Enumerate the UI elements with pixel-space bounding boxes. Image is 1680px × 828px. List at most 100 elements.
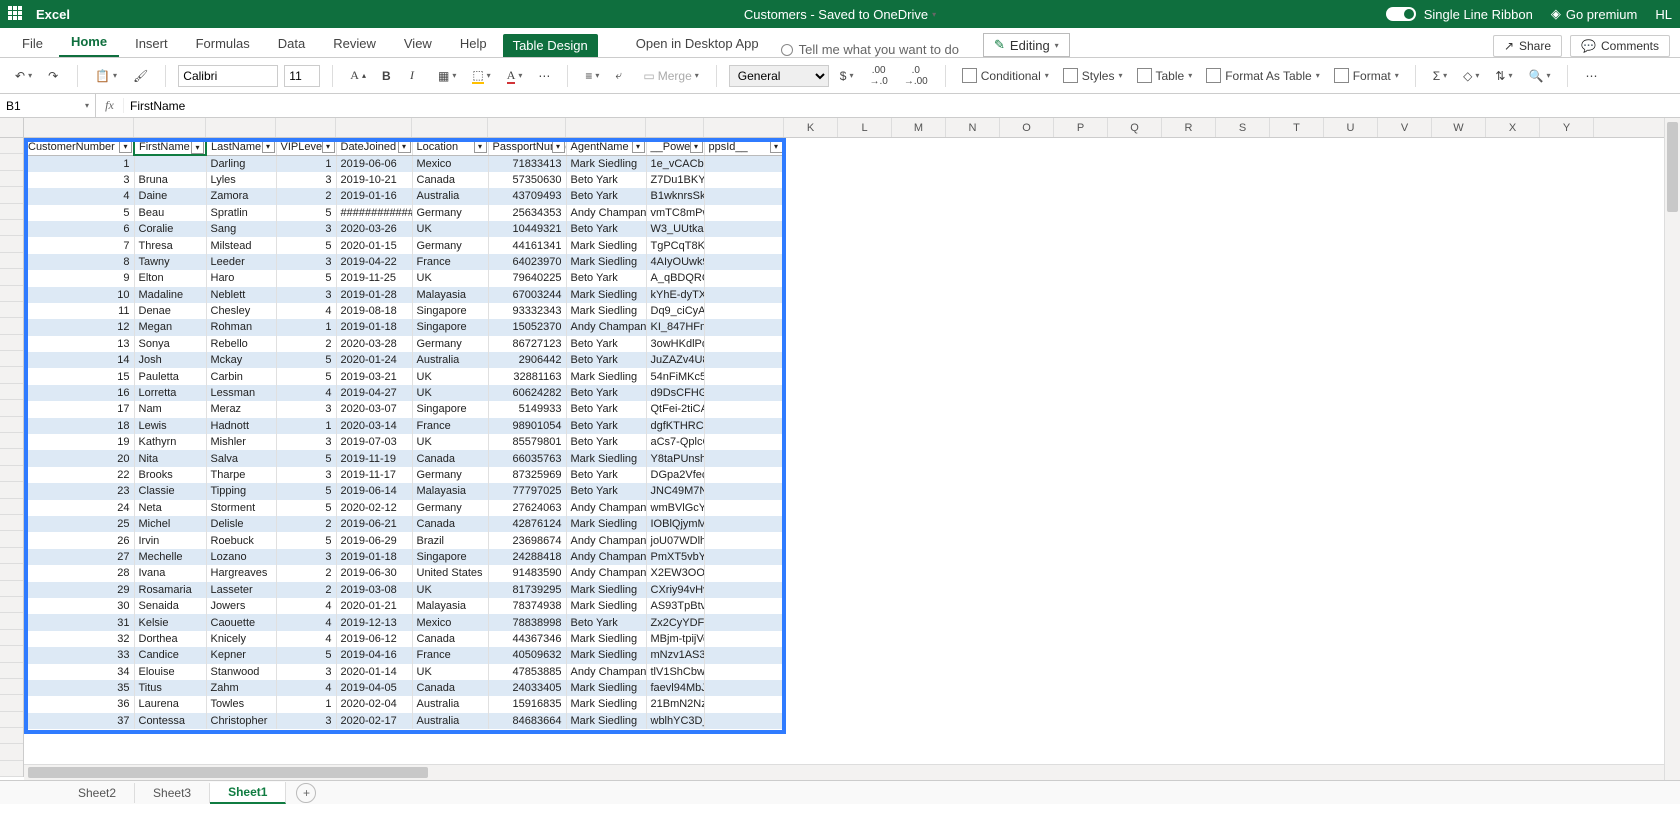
table-row[interactable]: 31KelsieCaouette42019-12-13Mexico7883899… xyxy=(24,614,784,630)
table-header[interactable]: AgentName▾ xyxy=(566,139,646,155)
editing-mode-button[interactable]: ✎ Editing ▾ xyxy=(983,33,1070,57)
table-header[interactable]: DateJoined▾ xyxy=(336,139,412,155)
table-row[interactable]: 18LewisHadnott12020-03-14France98901054B… xyxy=(24,418,784,434)
cell-styles-button[interactable]: Styles▾ xyxy=(1059,66,1127,85)
name-box[interactable]: B1▾ xyxy=(0,94,96,117)
decrease-decimal-button[interactable]: .00→.0 xyxy=(864,62,892,90)
tab-home[interactable]: Home xyxy=(59,28,119,57)
table-row[interactable]: 32DortheaKnicely42019-06-12Canada4436734… xyxy=(24,631,784,647)
tab-file[interactable]: File xyxy=(10,30,55,57)
column-header[interactable]: W xyxy=(1432,118,1486,137)
open-desktop-button[interactable]: Open in Desktop App xyxy=(624,30,771,57)
table-row[interactable]: 35TitusZahm42019-04-05Canada24033405Mark… xyxy=(24,680,784,696)
tell-me-search[interactable]: Tell me what you want to do xyxy=(781,42,959,57)
column-header[interactable]: L xyxy=(838,118,892,137)
table-header[interactable]: PassportNumber▾ xyxy=(488,139,566,155)
tab-data[interactable]: Data xyxy=(266,30,317,57)
column-header[interactable]: M xyxy=(892,118,946,137)
format-as-table-button[interactable]: Format As Table▾ xyxy=(1202,66,1324,85)
table-row[interactable]: 20NitaSalva52019-11-19Canada66035763Mark… xyxy=(24,450,784,466)
currency-button[interactable]: $▾ xyxy=(835,66,859,86)
merge-button[interactable]: ▭ Merge▾ xyxy=(638,66,703,86)
table-row[interactable]: 34ElouiseStanwood32020-01-14UK47853885An… xyxy=(24,664,784,680)
tab-formulas[interactable]: Formulas xyxy=(184,30,262,57)
borders-button[interactable]: ▦▾ xyxy=(433,66,461,86)
filter-button[interactable]: ▾ xyxy=(191,141,204,154)
font-size-input[interactable] xyxy=(284,65,320,87)
table-row[interactable]: 9EltonHaro52019-11-25UK79640225Beto Yark… xyxy=(24,270,784,286)
table-row[interactable]: 27MechelleLozano32019-01-18Singapore2428… xyxy=(24,549,784,565)
select-all-corner[interactable] xyxy=(0,118,24,138)
redo-button[interactable]: ↷ xyxy=(43,66,65,86)
sheet-tab-sheet2[interactable]: Sheet2 xyxy=(60,783,135,803)
table-header[interactable]: LastName▾ xyxy=(206,139,276,155)
go-premium-button[interactable]: ◈ Go premium xyxy=(1551,6,1638,22)
table-row[interactable]: 19KathyrnMishler32019-07-03UK85579801Bet… xyxy=(24,434,784,450)
filter-button[interactable]: ▾ xyxy=(474,140,487,153)
column-header[interactable]: T xyxy=(1270,118,1324,137)
table-header[interactable]: ppsId__▾ xyxy=(704,139,784,155)
clear-button[interactable]: ◇▾ xyxy=(1458,66,1484,86)
table-header[interactable]: VIPLevel▾ xyxy=(276,139,336,155)
table-row[interactable]: 6CoralieSang32020-03-26UK10449321Beto Ya… xyxy=(24,221,784,237)
table-row[interactable]: 4DaineZamora22019-01-16Australia43709493… xyxy=(24,188,784,204)
find-button[interactable]: 🔍▾ xyxy=(1524,66,1556,86)
bold-button[interactable]: B xyxy=(377,66,399,86)
grow-font-button[interactable]: A▴ xyxy=(345,65,371,86)
more-commands-button[interactable]: ⋯ xyxy=(1580,66,1602,86)
filter-button[interactable]: ▾ xyxy=(398,140,411,153)
table-row[interactable]: 10MadalineNeblett32019-01-28Malayasia670… xyxy=(24,287,784,303)
paste-button[interactable]: 📋▾ xyxy=(90,66,122,86)
table-row[interactable]: 7ThresaMilstead52020-01-15Germany4416134… xyxy=(24,237,784,253)
table-row[interactable]: 22BrooksTharpe32019-11-17Germany87325969… xyxy=(24,467,784,483)
table-row[interactable]: 13SonyaRebello22020-03-28Germany86727123… xyxy=(24,336,784,352)
fx-icon[interactable]: fx xyxy=(96,98,124,113)
share-button[interactable]: ↗Share xyxy=(1493,35,1562,57)
table-header[interactable]: FirstName▾ xyxy=(134,139,206,155)
column-header[interactable]: P xyxy=(1054,118,1108,137)
column-header[interactable]: Y xyxy=(1540,118,1594,137)
column-header[interactable]: R xyxy=(1162,118,1216,137)
fill-color-button[interactable]: ⬚▾ xyxy=(467,65,495,87)
table-row[interactable]: 29RosamariaLasseter22019-03-08UK81739295… xyxy=(24,582,784,598)
formula-input[interactable]: FirstName xyxy=(124,99,1680,113)
scroll-thumb[interactable] xyxy=(1667,122,1678,212)
font-name-input[interactable] xyxy=(178,65,278,87)
add-sheet-button[interactable]: + xyxy=(296,783,316,803)
column-header[interactable]: V xyxy=(1378,118,1432,137)
tab-review[interactable]: Review xyxy=(321,30,388,57)
tab-help[interactable]: Help xyxy=(448,30,499,57)
data-table[interactable]: CustomerNumber▾FirstName▾LastName▾VIPLev… xyxy=(24,138,785,729)
conditional-formatting-button[interactable]: Conditional▾ xyxy=(958,66,1053,85)
table-row[interactable]: 5BeauSpratlin5############Germany2563435… xyxy=(24,205,784,221)
table-row[interactable]: 15PaulettaCarbin52019-03-21UK32881163Mar… xyxy=(24,368,784,384)
filter-button[interactable]: ▾ xyxy=(552,140,565,153)
horizontal-scrollbar[interactable] xyxy=(24,764,1664,780)
comments-button[interactable]: 💬Comments xyxy=(1570,35,1670,57)
spreadsheet-grid[interactable]: KLMNOPQRSTUVWXY CustomerNumber▾FirstName… xyxy=(0,118,1680,780)
table-row[interactable]: 11DenaeChesley42019-08-18Singapore933323… xyxy=(24,303,784,319)
sort-filter-button[interactable]: ⇅▾ xyxy=(1490,66,1517,86)
more-font-button[interactable]: ⋯ xyxy=(533,66,555,86)
vertical-scrollbar[interactable] xyxy=(1664,118,1680,780)
column-header[interactable]: Q xyxy=(1108,118,1162,137)
increase-decimal-button[interactable]: .0→.00 xyxy=(899,62,933,90)
filter-button[interactable]: ▾ xyxy=(262,140,275,153)
filter-button[interactable]: ▾ xyxy=(119,140,132,153)
column-header[interactable]: U xyxy=(1324,118,1378,137)
table-row[interactable]: 8TawnyLeeder32019-04-22France64023970Mar… xyxy=(24,254,784,270)
format-painter-button[interactable]: 🖌 xyxy=(128,66,153,86)
table-row[interactable]: 26IrvinRoebuck52019-06-29Brazil23698674A… xyxy=(24,532,784,548)
column-header[interactable]: O xyxy=(1000,118,1054,137)
tab-view[interactable]: View xyxy=(392,30,444,57)
autosum-button[interactable]: Σ▾ xyxy=(1428,66,1452,86)
row-headers[interactable] xyxy=(0,138,24,777)
format-cells-button[interactable]: Format▾ xyxy=(1330,66,1403,85)
table-row[interactable]: 14JoshMckay52020-01-24Australia2906442Be… xyxy=(24,352,784,368)
table-row[interactable]: 17NamMeraz32020-03-07Singapore5149933Bet… xyxy=(24,401,784,417)
table-row[interactable]: 16LorrettaLessman42019-04-27UK60624282Be… xyxy=(24,385,784,401)
column-header[interactable]: X xyxy=(1486,118,1540,137)
table-header[interactable]: CustomerNumber▾ xyxy=(24,139,134,155)
table-row[interactable]: 12MeganRohman12019-01-18Singapore1505237… xyxy=(24,319,784,335)
sheet-tab-sheet1[interactable]: Sheet1 xyxy=(210,782,286,804)
